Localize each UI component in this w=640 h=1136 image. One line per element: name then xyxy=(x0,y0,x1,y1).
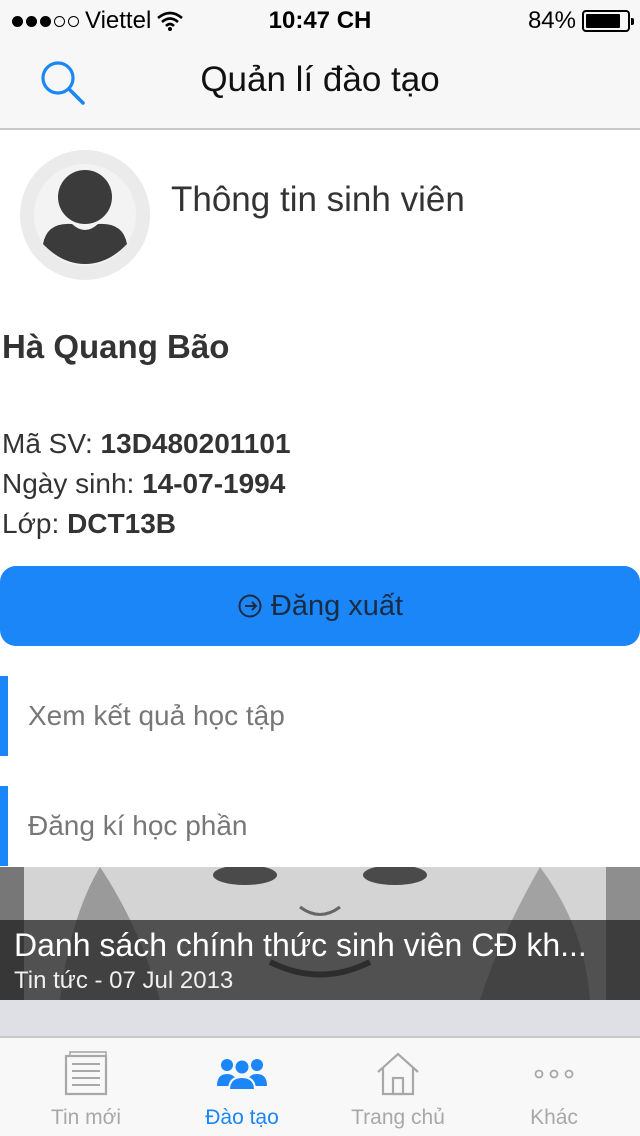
logout-button[interactable]: Đăng xuất xyxy=(0,566,640,646)
tab-label: Trang chủ xyxy=(351,1106,445,1129)
battery-percent: 84% xyxy=(527,7,576,34)
tab-home[interactable]: Trang chủ xyxy=(318,1038,478,1136)
user-placeholder-icon xyxy=(34,164,136,266)
menu-item-label: Đăng kí học phần xyxy=(28,810,248,841)
tab-label: Đào tạo xyxy=(205,1106,279,1129)
tab-label: Khác xyxy=(530,1106,578,1129)
content-divider xyxy=(0,1000,640,1036)
battery-fill xyxy=(586,14,620,28)
dob-value: 14-07-1994 xyxy=(142,468,286,499)
navigation-bar: Quản lí đào tạo xyxy=(0,40,640,130)
student-id-label: Mã SV: xyxy=(2,428,101,459)
status-right: 84% xyxy=(527,7,634,35)
dob-row: Ngày sinh: 14-07-1994 xyxy=(2,468,285,500)
profile-heading: Thông tin sinh viên xyxy=(171,180,465,219)
student-id-row: Mã SV: 13D480201101 xyxy=(2,428,291,460)
status-bar: Viettel 10:47 CH 84% xyxy=(0,0,640,40)
home-icon xyxy=(377,1052,419,1096)
battery-icon xyxy=(582,10,634,32)
student-id-value: 13D480201101 xyxy=(100,428,291,459)
news-meta: Tin tức - 07 Jul 2013 xyxy=(14,967,234,994)
newspaper-icon xyxy=(64,1051,108,1096)
menu-item-course-registration[interactable]: Đăng kí học phần xyxy=(0,786,640,866)
tab-bar: Tin mới Đào tạo Trang chủ Khác xyxy=(0,1036,640,1136)
people-icon xyxy=(217,1058,267,1091)
news-title: Danh sách chính thức sinh viên CĐ kh... xyxy=(14,927,587,963)
menu-item-label: Xem kết quả học tập xyxy=(28,700,285,731)
page-title: Quản lí đào tạo xyxy=(200,60,440,99)
logout-icon xyxy=(238,594,262,618)
tab-news[interactable]: Tin mới xyxy=(6,1038,166,1136)
tab-more[interactable]: Khác xyxy=(474,1038,634,1136)
logout-label: Đăng xuất xyxy=(270,589,404,622)
tab-label: Tin mới xyxy=(50,1106,122,1129)
avatar xyxy=(20,150,150,280)
class-label: Lớp: xyxy=(2,508,68,539)
more-icon xyxy=(534,1069,574,1079)
menu-item-study-results[interactable]: Xem kết quả học tập xyxy=(0,676,640,756)
student-name: Hà Quang Bão xyxy=(2,328,230,365)
news-card[interactable]: Danh sách chính thức sinh viên CĐ kh... … xyxy=(0,867,640,1000)
tab-training[interactable]: Đào tạo xyxy=(162,1038,322,1136)
class-row: Lớp: DCT13B xyxy=(2,508,176,540)
dob-label: Ngày sinh: xyxy=(2,468,143,499)
class-value: DCT13B xyxy=(67,508,176,539)
